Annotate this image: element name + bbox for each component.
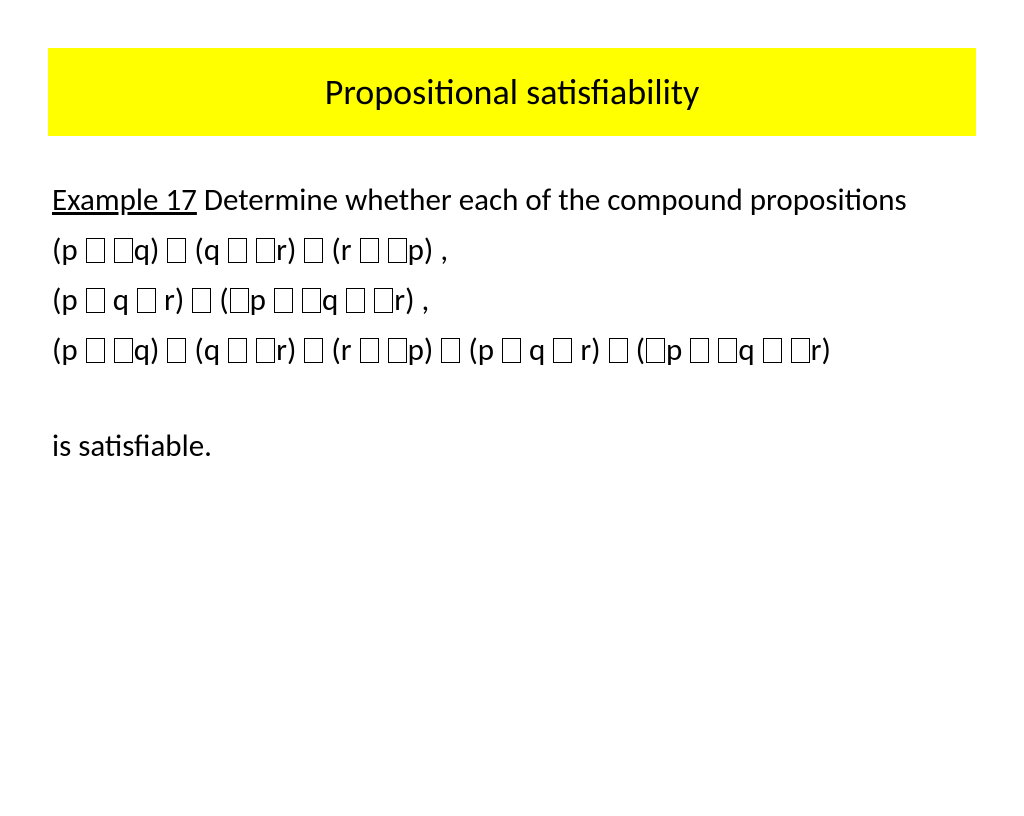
placeholder-box-icon bbox=[192, 288, 211, 313]
placeholder-box-icon bbox=[374, 288, 393, 313]
closing-text: is satisfiable. bbox=[52, 422, 976, 470]
placeholder-box-icon bbox=[388, 338, 407, 363]
placeholder-box-icon bbox=[304, 338, 323, 363]
intro-paragraph: Example 17 Determine whether each of the… bbox=[52, 176, 976, 224]
placeholder-box-icon bbox=[646, 338, 665, 363]
placeholder-box-icon bbox=[114, 238, 133, 263]
placeholder-box-icon bbox=[167, 238, 186, 263]
placeholder-box-icon bbox=[228, 338, 247, 363]
intro-text: Determine whether each of the compound p… bbox=[197, 181, 907, 219]
placeholder-box-icon bbox=[553, 338, 572, 363]
placeholder-box-icon bbox=[256, 238, 275, 263]
placeholder-box-icon bbox=[86, 288, 105, 313]
formula-line-2: (p q r) (p q r) , bbox=[52, 276, 976, 324]
placeholder-box-icon bbox=[167, 338, 186, 363]
placeholder-box-icon bbox=[441, 338, 460, 363]
placeholder-box-icon bbox=[690, 338, 709, 363]
formula-line-1: (p q) (q r) (r p) , bbox=[52, 226, 976, 274]
placeholder-box-icon bbox=[302, 288, 321, 313]
placeholder-box-icon bbox=[502, 338, 521, 363]
placeholder-box-icon bbox=[388, 238, 407, 263]
placeholder-box-icon bbox=[346, 288, 365, 313]
placeholder-box-icon bbox=[360, 338, 379, 363]
placeholder-box-icon bbox=[304, 238, 323, 263]
title-bar: Propositional satisfiability bbox=[48, 48, 976, 136]
placeholder-box-icon bbox=[274, 288, 293, 313]
formula-line-3: (p q) (q r) (r p) (p q r) (p q r) bbox=[52, 326, 976, 374]
slide-title: Propositional satisfiability bbox=[48, 70, 976, 114]
placeholder-box-icon bbox=[86, 338, 105, 363]
placeholder-box-icon bbox=[791, 338, 810, 363]
placeholder-box-icon bbox=[256, 338, 275, 363]
placeholder-box-icon bbox=[137, 288, 156, 313]
placeholder-box-icon bbox=[228, 238, 247, 263]
slide-container: Propositional satisfiability Example 17 … bbox=[0, 48, 1024, 816]
placeholder-box-icon bbox=[609, 338, 628, 363]
placeholder-box-icon bbox=[360, 238, 379, 263]
placeholder-box-icon bbox=[86, 238, 105, 263]
example-label: Example 17 bbox=[52, 181, 197, 219]
placeholder-box-icon bbox=[230, 288, 249, 313]
slide-content: Example 17 Determine whether each of the… bbox=[52, 176, 976, 470]
placeholder-box-icon bbox=[763, 338, 782, 363]
placeholder-box-icon bbox=[114, 338, 133, 363]
placeholder-box-icon bbox=[718, 338, 737, 363]
